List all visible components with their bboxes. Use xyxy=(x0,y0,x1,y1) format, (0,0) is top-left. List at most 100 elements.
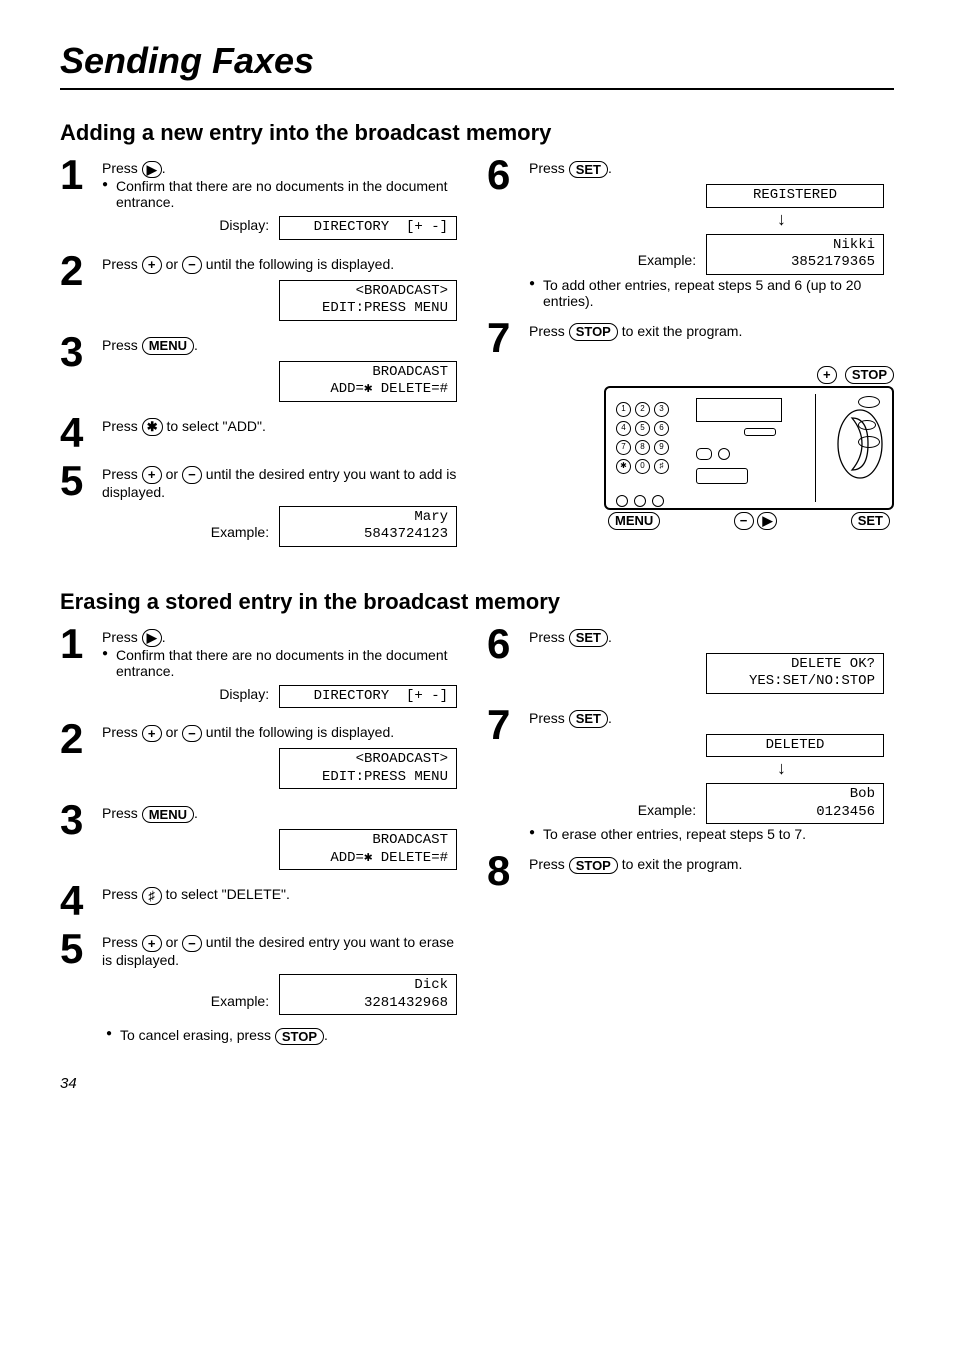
step-number: 4 xyxy=(60,414,90,452)
plus-button: + xyxy=(142,466,162,484)
text: to exit the program. xyxy=(618,323,743,339)
lcd-display: Nikki 3852179365 xyxy=(706,234,884,275)
add-columns: 1 Press ▶. Confirm that there are no doc… xyxy=(60,156,894,559)
step-number: 4 xyxy=(60,882,90,920)
step-number: 7 xyxy=(487,706,517,744)
title-rule xyxy=(60,88,894,90)
add-step-7: 7 Press STOP to exit the program. xyxy=(487,319,894,357)
plus-button: + xyxy=(142,935,162,953)
text: Press xyxy=(102,337,142,353)
text: Press xyxy=(102,886,142,902)
stop-button: STOP xyxy=(569,857,618,875)
text: . xyxy=(608,629,612,645)
text: Press xyxy=(529,323,569,339)
text: Press xyxy=(102,418,142,434)
text: . xyxy=(608,160,612,176)
stop-button: STOP xyxy=(275,1028,324,1046)
erase-columns: 1 Press ▶. Confirm that there are no doc… xyxy=(60,625,894,1046)
text: Press xyxy=(102,160,142,176)
text: or xyxy=(162,934,182,950)
example-label: Example: xyxy=(211,993,269,1009)
minus-button: − xyxy=(182,725,202,743)
menu-button: MENU xyxy=(142,337,194,355)
text: or xyxy=(162,724,182,740)
step-number: 3 xyxy=(60,333,90,371)
menu-button-callout: MENU xyxy=(608,512,660,530)
device-screen xyxy=(696,398,782,422)
arrow-down-icon: ↓ xyxy=(529,210,894,228)
lcd-display: Bob 0123456 xyxy=(706,783,884,824)
text: To cancel erasing, press xyxy=(120,1027,275,1043)
device-slot xyxy=(744,428,776,436)
step-number: 2 xyxy=(60,252,90,290)
example-label: Example: xyxy=(211,524,269,540)
minus-button: − xyxy=(182,935,202,953)
step-number: 1 xyxy=(60,625,90,663)
bullet-text: Confirm that there are no documents in t… xyxy=(102,178,467,210)
stop-button: STOP xyxy=(569,323,618,341)
text: . xyxy=(324,1027,328,1043)
step-number: 6 xyxy=(487,625,517,663)
hash-button: ♯ xyxy=(142,887,162,905)
text: until the following is displayed. xyxy=(202,724,394,740)
erase-col-left: 1 Press ▶. Confirm that there are no doc… xyxy=(60,625,467,1046)
text: . xyxy=(608,710,612,726)
example-label: Example: xyxy=(638,802,696,818)
step-number: 8 xyxy=(487,852,517,890)
erase-step-2: 2 Press + or − until the following is di… xyxy=(60,720,467,791)
erase-step-4: 4 Press ♯ to select "DELETE". xyxy=(60,882,467,920)
text: Press xyxy=(529,710,569,726)
arrow-down-icon: ↓ xyxy=(529,759,894,777)
set-button-callout: SET xyxy=(851,512,890,530)
text: Press xyxy=(102,934,142,950)
lcd-display: Dick 3281432968 xyxy=(279,974,457,1015)
text: or xyxy=(162,466,182,482)
stop-button-callout: STOP xyxy=(845,366,894,384)
text: Press xyxy=(529,160,569,176)
add-step-1: 1 Press ▶. Confirm that there are no doc… xyxy=(60,156,467,242)
text: Press xyxy=(102,256,142,272)
bullet-text: To add other entries, repeat steps 5 and… xyxy=(529,277,894,309)
add-step-2: 2 Press + or − until the following is di… xyxy=(60,252,467,323)
page: Sending Faxes Adding a new entry into th… xyxy=(60,40,894,1092)
text: Press xyxy=(102,724,142,740)
example-label: Example: xyxy=(638,252,696,268)
text: to select "ADD". xyxy=(163,418,266,434)
device-body: 123 456 789 ✱0♯ xyxy=(604,386,894,510)
page-number: 34 xyxy=(60,1075,894,1092)
play-button-callout: ▶ xyxy=(757,512,777,530)
text: . xyxy=(162,629,166,645)
text: Press xyxy=(102,466,142,482)
minus-button: − xyxy=(182,466,202,484)
erase-step-6: 6 Press SET. DELETE OK? YES:SET/NO:STOP xyxy=(487,625,894,696)
set-button: SET xyxy=(569,629,608,647)
text: . xyxy=(194,805,198,821)
text: until the following is displayed. xyxy=(202,256,394,272)
step-number: 5 xyxy=(60,462,90,500)
set-button: SET xyxy=(569,710,608,728)
add-col-right: 6 Press SET. REGISTERED ↓ Example: Nikki… xyxy=(487,156,894,559)
display-label: Display: xyxy=(219,686,269,702)
erase-col-right: 6 Press SET. DELETE OK? YES:SET/NO:STOP … xyxy=(487,625,894,1046)
step-number: 7 xyxy=(487,319,517,357)
minus-button: − xyxy=(182,256,202,274)
text: to select "DELETE". xyxy=(162,886,290,902)
cancel-note: To cancel erasing, press STOP. xyxy=(106,1027,467,1045)
keypad: 123 456 789 ✱0♯ xyxy=(616,402,669,510)
menu-button: MENU xyxy=(142,806,194,824)
erase-heading: Erasing a stored entry in the broadcast … xyxy=(60,589,894,615)
text: Press xyxy=(529,856,569,872)
text: . xyxy=(194,337,198,353)
plus-button-callout: + xyxy=(817,366,837,384)
lcd-display: DIRECTORY [+ -] xyxy=(279,685,457,709)
text: Press xyxy=(102,805,142,821)
main-title: Sending Faxes xyxy=(60,40,894,82)
set-button: SET xyxy=(569,161,608,179)
add-col-left: 1 Press ▶. Confirm that there are no doc… xyxy=(60,156,467,559)
add-heading: Adding a new entry into the broadcast me… xyxy=(60,120,894,146)
add-step-6: 6 Press SET. REGISTERED ↓ Example: Nikki… xyxy=(487,156,894,309)
bullet-text: To erase other entries, repeat steps 5 t… xyxy=(529,826,894,842)
add-step-4: 4 Press ✱ to select "ADD". xyxy=(60,414,467,452)
minus-button-callout: − xyxy=(734,512,754,530)
text: Press xyxy=(102,629,142,645)
